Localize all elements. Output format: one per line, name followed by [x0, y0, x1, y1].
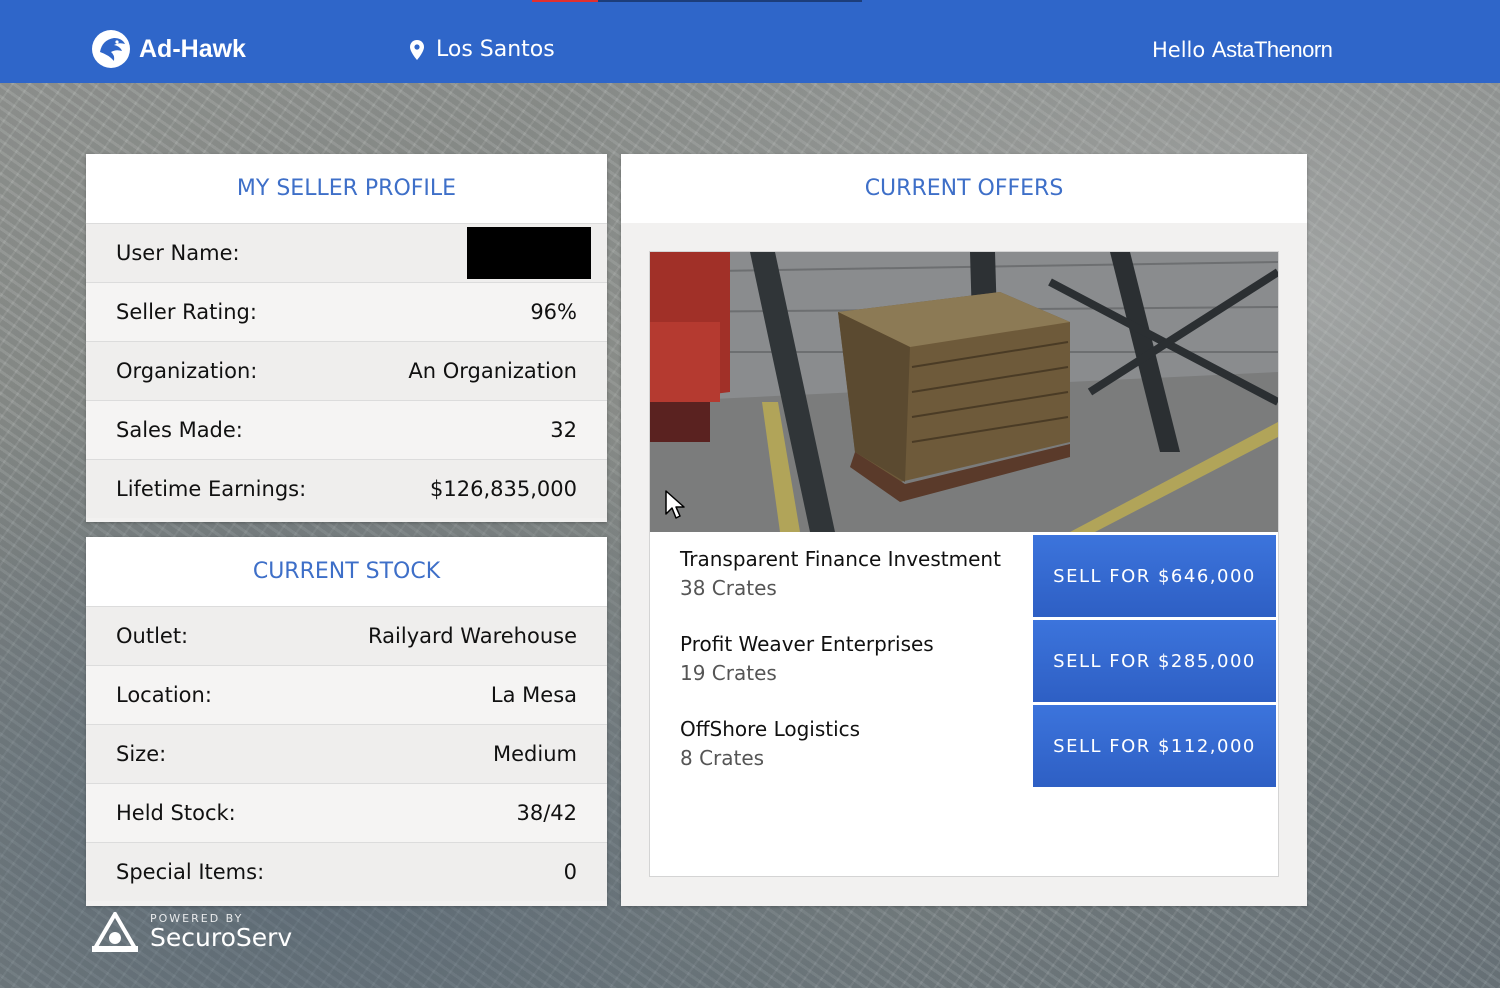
- ad-hawk-logo[interactable]: Ad-Hawk: [92, 30, 246, 68]
- row-label: Lifetime Earnings:: [116, 477, 307, 501]
- row-label: Special Items:: [116, 860, 265, 884]
- offer-item: Transparent Finance Investment 38 Crates…: [650, 532, 1278, 617]
- user-greeting: Hello AstaThenorn: [1152, 37, 1333, 63]
- warehouse-crate-image: [650, 252, 1278, 532]
- offer-quantity: 8 Crates: [680, 746, 765, 770]
- row-label: Sales Made:: [116, 418, 243, 442]
- redacted-username-box: [467, 227, 591, 279]
- current-stock-panel: CURRENT STOCK Outlet: Railyard Warehouse…: [86, 537, 607, 906]
- profile-row-seller-rating: Seller Rating: 96%: [86, 282, 607, 341]
- sell-button-offer-2[interactable]: SELL FOR $285,000: [1033, 620, 1276, 702]
- offers-card: Transparent Finance Investment 38 Crates…: [649, 251, 1279, 877]
- profile-row-lifetime-earnings: Lifetime Earnings: $126,835,000: [86, 459, 607, 518]
- sell-button-offer-1[interactable]: SELL FOR $646,000: [1033, 535, 1276, 617]
- current-offers-panel: CURRENT OFFERS Transparent Finance Inves…: [621, 154, 1307, 906]
- row-value: 38/42: [516, 801, 577, 825]
- securoserv-icon: [92, 912, 138, 952]
- row-label: Seller Rating:: [116, 300, 257, 324]
- map-pin-icon: [410, 39, 424, 60]
- stock-row-location: Location: La Mesa: [86, 665, 607, 724]
- greeting-text: Hello: [1152, 38, 1206, 62]
- offer-buyer-name: Profit Weaver Enterprises: [680, 632, 934, 656]
- row-value: An Organization: [408, 359, 577, 383]
- stock-row-outlet: Outlet: Railyard Warehouse: [86, 606, 607, 665]
- top-bar: Ad-Hawk Los Santos Hello AstaThenorn: [0, 0, 1500, 83]
- current-offers-title: CURRENT OFFERS: [621, 154, 1307, 223]
- row-label: Held Stock:: [116, 801, 236, 825]
- row-value: Medium: [493, 742, 577, 766]
- profile-row-sales-made: Sales Made: 32: [86, 400, 607, 459]
- offer-item: OffShore Logistics 8 Crates SELL FOR $11…: [650, 702, 1278, 787]
- row-value: 32: [550, 418, 577, 442]
- location-name: Los Santos: [436, 37, 555, 62]
- powered-by-label: POWERED BY: [150, 912, 244, 925]
- brand-name: Ad-Hawk: [139, 34, 246, 63]
- row-label: User Name:: [116, 241, 240, 265]
- seller-profile-title: MY SELLER PROFILE: [86, 154, 607, 223]
- row-value: $126,835,000: [430, 477, 577, 501]
- location-indicator: Los Santos: [410, 37, 555, 62]
- row-value: Railyard Warehouse: [368, 624, 577, 648]
- securoserv-brand: SecuroServ: [150, 923, 293, 952]
- profile-row-organization: Organization: An Organization: [86, 341, 607, 400]
- offer-buyer-name: OffShore Logistics: [680, 717, 861, 741]
- stock-row-special-items: Special Items: 0: [86, 842, 607, 901]
- offer-quantity: 19 Crates: [680, 661, 777, 685]
- row-label: Location:: [116, 683, 212, 707]
- row-label: Outlet:: [116, 624, 189, 648]
- row-value: 96%: [530, 300, 577, 324]
- offer-quantity: 38 Crates: [680, 576, 777, 600]
- profile-row-username: User Name:: [86, 223, 607, 282]
- loading-progress-bar: [532, 0, 862, 2]
- loading-progress-fill: [532, 0, 598, 2]
- sell-button-offer-3[interactable]: SELL FOR $112,000: [1033, 705, 1276, 787]
- mouse-cursor-icon: [665, 490, 685, 519]
- stock-row-size: Size: Medium: [86, 724, 607, 783]
- offer-buyer-name: Transparent Finance Investment: [680, 547, 1001, 571]
- securoserv-logo: POWERED BY SecuroServ: [92, 912, 292, 952]
- username: AstaThenorn: [1211, 37, 1333, 62]
- current-stock-title: CURRENT STOCK: [86, 537, 607, 606]
- row-value: 0: [563, 860, 577, 884]
- stock-row-held-stock: Held Stock: 38/42: [86, 783, 607, 842]
- row-value: La Mesa: [490, 683, 577, 707]
- row-label: Organization:: [116, 359, 258, 383]
- row-label: Size:: [116, 742, 167, 766]
- seller-profile-panel: MY SELLER PROFILE User Name: Seller Rati…: [86, 154, 607, 522]
- hawk-icon: [92, 30, 130, 68]
- offer-item: Profit Weaver Enterprises 19 Crates SELL…: [650, 617, 1278, 702]
